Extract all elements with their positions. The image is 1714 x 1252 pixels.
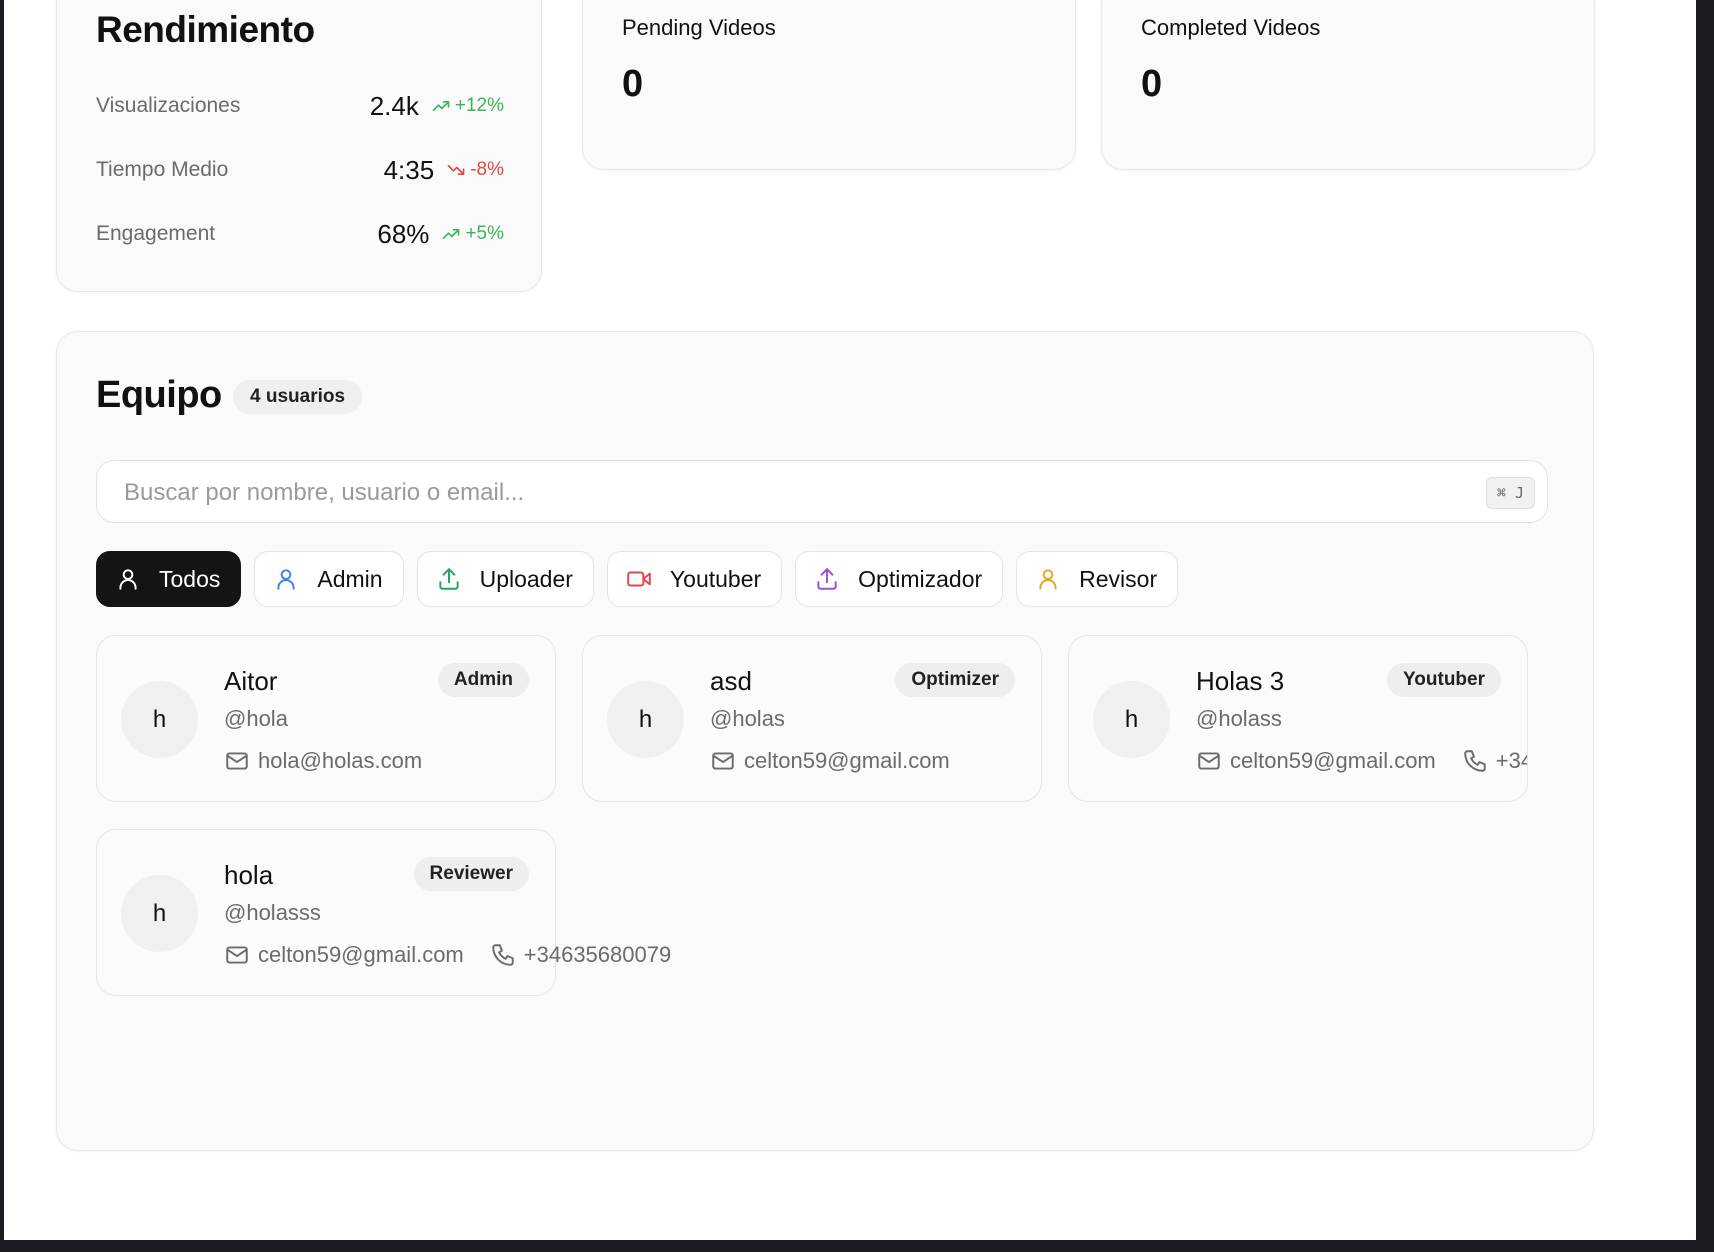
- metric-change-text: -8%: [470, 159, 504, 180]
- filter-label: Admin: [317, 565, 383, 592]
- phone-icon: [1464, 750, 1486, 772]
- mail-icon: [1198, 752, 1220, 770]
- team-title: Equipo: [96, 374, 222, 416]
- upload-icon: [817, 568, 837, 590]
- metric-value: 2.4k: [369, 90, 419, 121]
- user-email: celton59@gmail.com: [258, 942, 464, 967]
- user-handle: @holass: [1196, 706, 1282, 731]
- filter-revisor-button[interactable]: Revisor: [1016, 551, 1179, 607]
- user-card[interactable]: h Aitor @hola Admin hola@holas.com: [96, 635, 556, 802]
- user-icon: [1039, 569, 1057, 590]
- metric-change: -8%: [446, 159, 504, 181]
- pending-videos-card: Pending Videos 0: [582, 0, 1076, 170]
- performance-card: Rendimiento Visualizaciones 2.4k +12% Ti…: [56, 0, 542, 292]
- role-badge: Youtuber: [1387, 663, 1501, 697]
- filter-label: Revisor: [1079, 565, 1158, 592]
- app-viewport: Rendimiento Visualizaciones 2.4k +12% Ti…: [4, 0, 1696, 1240]
- upload-icon: [438, 568, 459, 590]
- metric-row-views: Visualizaciones 2.4k +12%: [96, 86, 504, 126]
- user-phone: +34635680079: [523, 942, 672, 967]
- user-contact: celton59@gmail.com: [710, 748, 950, 774]
- stat-value: 0: [622, 63, 644, 105]
- user-card[interactable]: h Holas 3 @holass Youtuber celton59@gmai…: [1068, 635, 1528, 802]
- mail-icon: [712, 752, 734, 770]
- completed-videos-card: Completed Videos 0: [1101, 0, 1595, 170]
- trending-up-icon: [432, 101, 450, 111]
- user-card[interactable]: h hola @holasss Reviewer celton59@gmail.…: [96, 829, 671, 996]
- user-name: Holas 3: [1196, 666, 1285, 696]
- search-box: ⌘ J: [96, 460, 1548, 524]
- trending-down-icon: [447, 165, 465, 175]
- metric-label: Engagement: [96, 222, 216, 245]
- email-item: celton59@gmail.com: [710, 748, 950, 774]
- avatar: h: [121, 681, 198, 758]
- metric-value: 68%: [377, 218, 430, 249]
- team-card: Equipo 4 usuarios ⌘ J Todos Admin Upload…: [56, 331, 1594, 1151]
- phone-item: +34635680079: [1462, 748, 1527, 774]
- user-count-badge: 4 usuarios: [233, 380, 363, 414]
- filter-youtuber-button[interactable]: Youtuber: [606, 551, 783, 607]
- user-phone: +34635680079: [1495, 748, 1527, 773]
- filter-admin-button[interactable]: Admin: [254, 551, 404, 607]
- email-item: celton59@gmail.com: [224, 942, 464, 968]
- role-badge: Reviewer: [413, 857, 529, 891]
- user-handle: @holas: [710, 706, 785, 731]
- email-item: hola@holas.com: [224, 748, 422, 774]
- filter-label: Uploader: [479, 565, 573, 592]
- user-name: asd: [710, 666, 752, 696]
- metric-row-avg-time: Tiempo Medio 4:35 -8%: [96, 150, 504, 190]
- user-contact: hola@holas.com: [224, 748, 422, 774]
- avatar: h: [607, 681, 684, 758]
- metric-value: 4:35: [383, 154, 435, 185]
- role-filter-bar: Todos Admin Uploader Youtuber Optimizado…: [96, 551, 1179, 607]
- stat-label: Pending Videos: [622, 15, 776, 40]
- user-name: Aitor: [224, 666, 278, 696]
- metric-label: Tiempo Medio: [96, 158, 229, 181]
- metric-label: Visualizaciones: [96, 94, 241, 117]
- role-badge: Optimizer: [895, 663, 1015, 697]
- avatar: h: [121, 875, 198, 952]
- filter-todos-button[interactable]: Todos: [96, 551, 242, 607]
- mail-icon: [226, 946, 248, 964]
- metric-change-text: +12%: [454, 95, 504, 116]
- phone-item: +34635680079: [490, 942, 671, 968]
- filter-label: Youtuber: [669, 565, 762, 592]
- user-email: celton59@gmail.com: [744, 748, 950, 773]
- user-icon: [119, 569, 137, 590]
- performance-title: Rendimiento: [96, 9, 315, 50]
- metric-change: +12%: [431, 95, 504, 117]
- filter-optimizador-button[interactable]: Optimizador: [795, 551, 1004, 607]
- avatar: h: [1093, 681, 1170, 758]
- user-contact: celton59@gmail.com +34635680079: [224, 942, 671, 968]
- keyboard-shortcut-hint: ⌘ J: [1485, 477, 1535, 509]
- stat-label: Completed Videos: [1141, 15, 1321, 40]
- metric-row-engagement: Engagement 68% +5%: [96, 214, 504, 254]
- metric-change: +5%: [441, 223, 504, 245]
- search-input[interactable]: [122, 461, 1426, 524]
- user-handle: @holasss: [224, 900, 321, 925]
- user-email: celton59@gmail.com: [1230, 748, 1436, 773]
- metric-change-text: +5%: [465, 223, 504, 244]
- user-card[interactable]: h asd @holas Optimizer celton59@gmail.co…: [582, 635, 1042, 802]
- stat-value: 0: [1141, 63, 1163, 105]
- user-name: hola: [224, 860, 274, 890]
- phone-icon: [492, 944, 514, 966]
- user-contact: celton59@gmail.com +34635680079: [1196, 748, 1527, 774]
- filter-label: Todos: [159, 565, 221, 592]
- user-icon: [277, 569, 295, 590]
- user-handle: @hola: [224, 706, 288, 731]
- user-email: hola@holas.com: [258, 748, 423, 773]
- filter-uploader-button[interactable]: Uploader: [416, 551, 594, 607]
- filter-label: Optimizador: [858, 565, 983, 592]
- role-badge: Admin: [437, 663, 529, 697]
- email-item: celton59@gmail.com: [1196, 748, 1436, 774]
- mail-icon: [226, 752, 248, 770]
- trending-up-icon: [443, 229, 460, 239]
- video-icon: [627, 571, 651, 587]
